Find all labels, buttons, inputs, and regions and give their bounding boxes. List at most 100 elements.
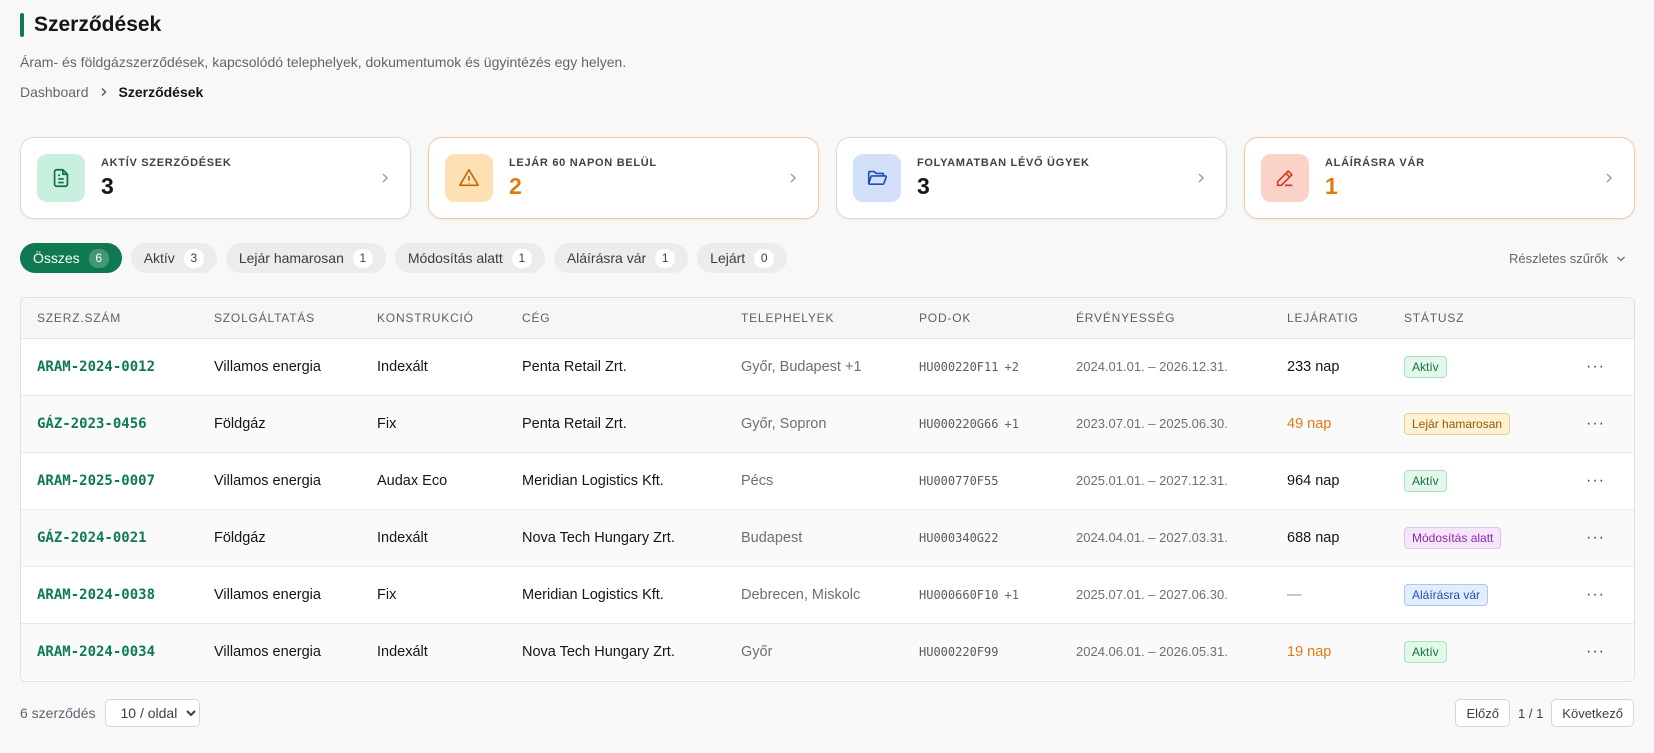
filter-chip-awaiting-signature[interactable]: Aláírásra vár 1 bbox=[553, 243, 689, 273]
service-cell: Villamos energia bbox=[214, 472, 321, 489]
service-cell: Villamos energia bbox=[214, 643, 321, 660]
sites-cell: Győr bbox=[741, 643, 773, 660]
card-expiring-soon[interactable]: LEJÁR 60 NAPON BELÜL 2 bbox=[428, 137, 819, 219]
company-cell: Meridian Logistics Kft. bbox=[522, 472, 664, 489]
table-row[interactable]: GÁZ-2024-0021 Földgáz Indexált Nova Tech… bbox=[21, 509, 1634, 566]
table-row[interactable]: GÁZ-2023-0456 Földgáz Fix Penta Retail Z… bbox=[21, 395, 1634, 452]
card-value: 3 bbox=[101, 172, 114, 199]
construction-cell: Audax Eco bbox=[377, 472, 448, 489]
status-badge: Aktív bbox=[1404, 355, 1447, 378]
chip-count: 1 bbox=[655, 248, 676, 268]
chip-label: Módosítás alatt bbox=[407, 250, 503, 266]
chip-label: Lejár hamarosan bbox=[238, 250, 344, 266]
contract-id-link[interactable]: ARAM-2024-0038 bbox=[21, 566, 198, 623]
pod-code: HU000220G66 bbox=[919, 416, 999, 431]
pod-extra-count: +1 bbox=[1004, 416, 1019, 431]
filter-chip-active[interactable]: Aktív 3 bbox=[130, 243, 217, 273]
title-row: Szerződések bbox=[20, 12, 1634, 38]
card-ongoing-cases[interactable]: FOLYAMATBAN LÉVŐ ÜGYEK 3 bbox=[836, 137, 1227, 219]
filter-chip-expired[interactable]: Lejárt 0 bbox=[697, 243, 788, 273]
row-actions-button[interactable]: ··· bbox=[1555, 452, 1634, 509]
table-row[interactable]: ARAM-2024-0034 Villamos energia Indexált… bbox=[21, 623, 1634, 680]
filter-bar: Összes 6 Aktív 3 Lejár hamarosan 1 Módosítá… bbox=[20, 243, 1634, 273]
sites-cell: Pécs bbox=[741, 472, 774, 489]
construction-cell: Indexált bbox=[377, 643, 428, 660]
per-page-select[interactable]: 10 / oldal bbox=[105, 699, 201, 727]
breadcrumb: Dashboard Szerződések bbox=[20, 84, 1634, 100]
result-count: 6 szerződés bbox=[20, 705, 96, 721]
column-header[interactable]: POD-OK bbox=[903, 298, 1060, 339]
filter-chip-modifying[interactable]: Módosítás alatt 1 bbox=[394, 243, 545, 273]
column-header[interactable]: SZERZ.SZÁM bbox=[21, 298, 198, 339]
contract-id-link[interactable]: GÁZ-2024-0021 bbox=[21, 509, 198, 566]
page-header: Szerződések Áram- és földgázszerződések,… bbox=[20, 12, 1634, 100]
more-horizontal-icon: ··· bbox=[1586, 585, 1605, 603]
sites-cell: Debrecen, Miskolc bbox=[741, 586, 861, 603]
table-row[interactable]: ARAM-2025-0007 Villamos energia Audax Ec… bbox=[21, 452, 1634, 509]
status-cell: Aktív bbox=[1388, 452, 1555, 509]
card-value: 2 bbox=[509, 172, 522, 199]
company-cell: Nova Tech Hungary Zrt. bbox=[522, 529, 675, 546]
construction-cell: Indexált bbox=[377, 358, 428, 375]
company-cell: Penta Retail Zrt. bbox=[522, 415, 627, 432]
service-cell: Földgáz bbox=[214, 415, 266, 432]
column-header[interactable]: KONSTRUKCIÓ bbox=[361, 298, 506, 339]
status-badge: Aktív bbox=[1404, 469, 1447, 492]
pod-cell: HU000340G22 bbox=[903, 509, 1060, 566]
advanced-filters-toggle[interactable]: Részletes szűrők bbox=[1509, 251, 1626, 266]
expiry-cell: 19 nap bbox=[1287, 643, 1332, 660]
page-indicator: 1 / 1 bbox=[1518, 705, 1544, 721]
construction-cell: Fix bbox=[377, 586, 397, 603]
prev-page-button[interactable]: Előző bbox=[1455, 699, 1510, 727]
breadcrumb-dashboard-link[interactable]: Dashboard bbox=[20, 84, 89, 100]
advanced-filters-label: Részletes szűrők bbox=[1509, 250, 1608, 266]
more-horizontal-icon: ··· bbox=[1586, 357, 1605, 375]
company-cell: Nova Tech Hungary Zrt. bbox=[522, 643, 675, 660]
document-icon bbox=[37, 154, 85, 202]
column-header[interactable]: CÉG bbox=[506, 298, 725, 339]
chevron-right-icon bbox=[380, 172, 390, 184]
card-awaiting-signature[interactable]: ALÁÍRÁSRA VÁR 1 bbox=[1244, 137, 1635, 219]
service-cell: Földgáz bbox=[214, 529, 266, 546]
card-label: FOLYAMATBAN LÉVŐ ÜGYEK bbox=[917, 156, 1090, 169]
row-actions-button[interactable]: ··· bbox=[1555, 566, 1634, 623]
chip-count: 3 bbox=[183, 248, 204, 268]
column-header[interactable]: ÉRVÉNYESSÉG bbox=[1060, 298, 1271, 339]
filter-chip-expiring[interactable]: Lejár hamarosan 1 bbox=[225, 243, 386, 273]
row-actions-button[interactable]: ··· bbox=[1555, 338, 1634, 395]
row-actions-button[interactable]: ··· bbox=[1555, 623, 1634, 680]
pod-code: HU000220F99 bbox=[919, 644, 999, 659]
title-accent-bar bbox=[20, 13, 24, 37]
card-label: ALÁÍRÁSRA VÁR bbox=[1325, 156, 1425, 169]
status-cell: Lejár hamarosan bbox=[1388, 395, 1555, 452]
contract-id-link[interactable]: ARAM-2024-0034 bbox=[21, 623, 198, 680]
next-page-button[interactable]: Következő bbox=[1551, 699, 1634, 727]
contracts-table: SZERZ.SZÁM SZOLGÁLTATÁS KONSTRUKCIÓ CÉG … bbox=[20, 297, 1635, 682]
sites-cell: Győr, Budapest +1 bbox=[741, 358, 862, 375]
chip-count: 0 bbox=[754, 248, 775, 268]
more-horizontal-icon: ··· bbox=[1586, 414, 1605, 432]
contract-id-link[interactable]: ARAM-2025-0007 bbox=[21, 452, 198, 509]
column-header[interactable]: TELEPHELYEK bbox=[725, 298, 903, 339]
table-row[interactable]: ARAM-2024-0012 Villamos energia Indexált… bbox=[21, 338, 1634, 395]
contract-id-link[interactable]: ARAM-2024-0012 bbox=[21, 338, 198, 395]
more-horizontal-icon: ··· bbox=[1586, 528, 1605, 546]
column-header[interactable]: SZOLGÁLTATÁS bbox=[198, 298, 361, 339]
row-actions-button[interactable]: ··· bbox=[1555, 509, 1634, 566]
column-header[interactable]: STÁTUSZ bbox=[1388, 298, 1555, 339]
filter-chip-all[interactable]: Összes 6 bbox=[20, 243, 122, 273]
contract-id-link[interactable]: GÁZ-2023-0456 bbox=[21, 395, 198, 452]
card-active-contracts[interactable]: AKTÍV SZERZŐDÉSEK 3 bbox=[20, 137, 411, 219]
card-value: 3 bbox=[917, 172, 930, 199]
table-row[interactable]: ARAM-2024-0038 Villamos energia Fix Meri… bbox=[21, 566, 1634, 623]
pod-cell: HU000660F10 +1 bbox=[903, 566, 1060, 623]
chevron-right-icon bbox=[99, 87, 109, 97]
column-header[interactable]: LEJÁRATIG bbox=[1271, 298, 1388, 339]
service-cell: Villamos energia bbox=[214, 358, 321, 375]
chip-label: Aláírásra vár bbox=[566, 250, 647, 266]
pod-cell: HU000220G66 +1 bbox=[903, 395, 1060, 452]
chip-label: Lejárt bbox=[710, 250, 746, 266]
pod-code: HU000660F10 bbox=[919, 587, 999, 602]
row-actions-button[interactable]: ··· bbox=[1555, 395, 1634, 452]
expiry-cell: 688 nap bbox=[1287, 529, 1340, 546]
